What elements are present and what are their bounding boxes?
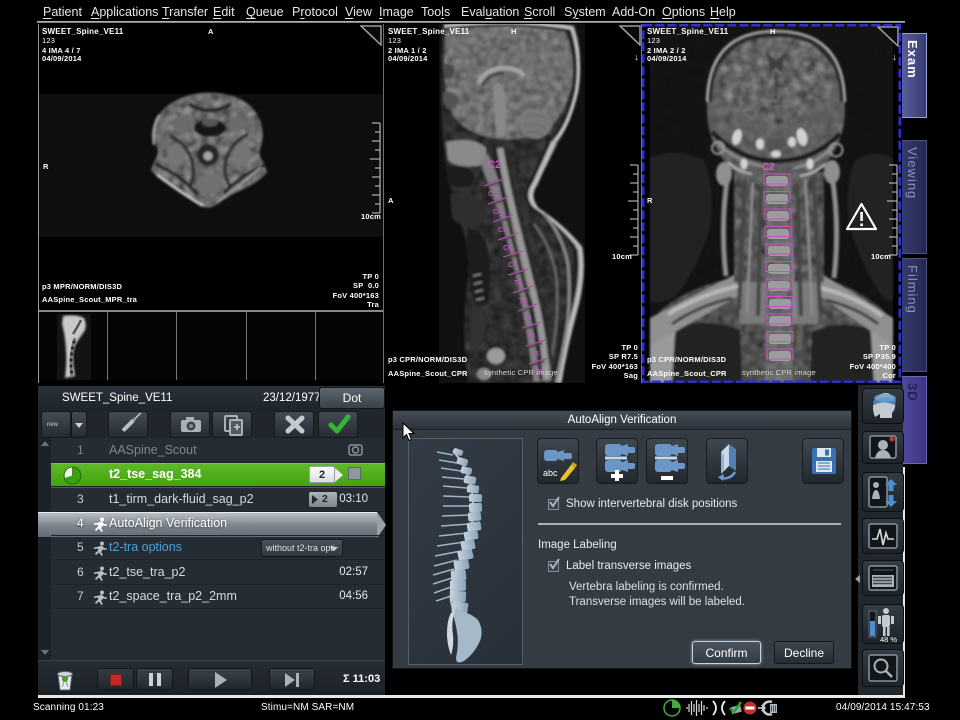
svg-text:C4: C4	[493, 209, 502, 216]
svg-text:T4: T4	[527, 333, 535, 340]
svg-text:new: new	[47, 422, 59, 428]
svg-text:T5: T5	[531, 351, 539, 358]
svg-text:C5: C5	[498, 227, 507, 234]
svg-text:48 %: 48 %	[880, 635, 897, 643]
svg-text:abc: abc	[543, 468, 558, 478]
svg-text:C2: C2	[487, 159, 501, 171]
svg-text:T2: T2	[519, 298, 527, 305]
svg-text:T3: T3	[523, 315, 531, 322]
svg-text:T1: T1	[514, 280, 522, 287]
svg-text:C7: C7	[508, 262, 517, 269]
svg-text:C6: C6	[503, 245, 512, 252]
svg-text:C3: C3	[488, 191, 497, 198]
